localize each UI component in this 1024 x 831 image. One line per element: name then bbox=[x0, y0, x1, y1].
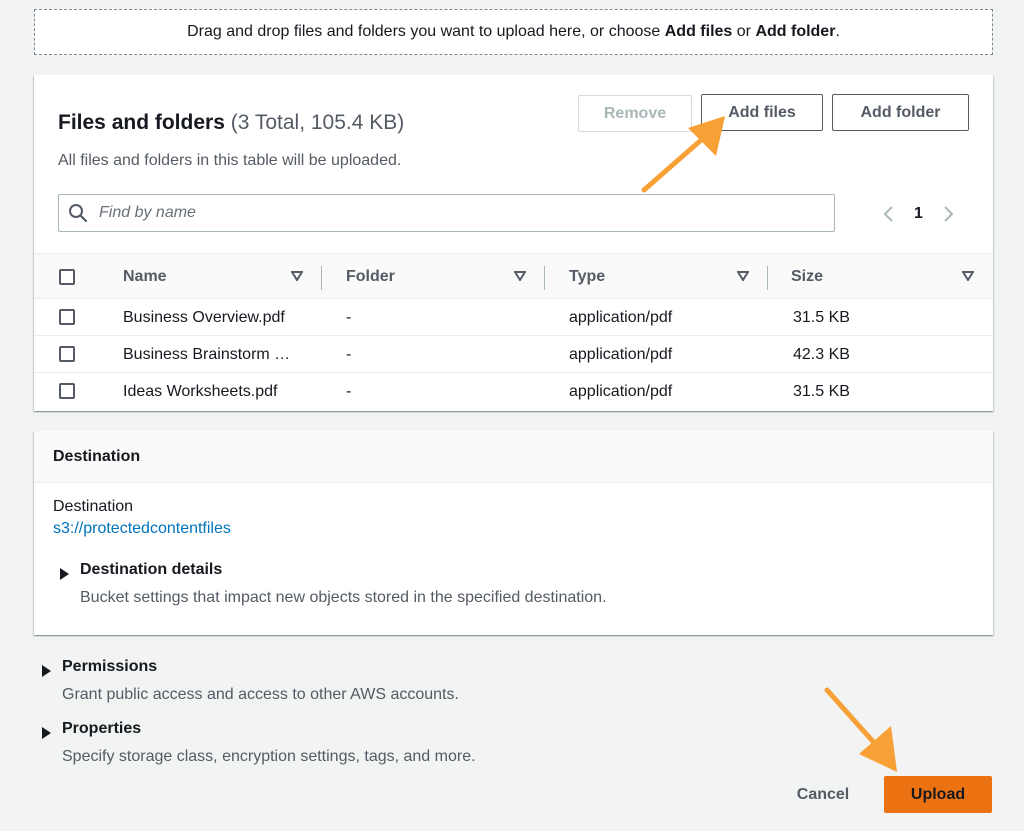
sort-down-icon[interactable] bbox=[514, 271, 526, 281]
files-panel-title: Files and folders (3 Total, 105.4 KB) bbox=[58, 111, 404, 135]
search-input[interactable] bbox=[97, 203, 797, 223]
add-folder-button[interactable]: Add folder bbox=[832, 94, 969, 131]
sort-down-icon[interactable] bbox=[291, 271, 303, 281]
destination-panel: Destination Destination s3://protectedco… bbox=[34, 431, 993, 635]
file-size: 42.3 KB bbox=[793, 345, 850, 363]
column-divider[interactable] bbox=[321, 266, 322, 290]
search-box bbox=[58, 194, 835, 232]
chevron-right-icon[interactable] bbox=[941, 204, 955, 224]
caret-right-icon[interactable] bbox=[42, 665, 51, 677]
column-header-type[interactable]: Type bbox=[569, 254, 605, 300]
drop-zone[interactable]: Drag and drop files and folders you want… bbox=[34, 9, 993, 55]
properties-toggle[interactable]: Properties bbox=[62, 720, 141, 738]
sort-down-icon[interactable] bbox=[962, 271, 974, 281]
drop-zone-or: or bbox=[732, 23, 756, 40]
column-name-label: Name bbox=[123, 268, 167, 285]
column-divider[interactable] bbox=[767, 266, 768, 290]
drop-zone-add-files: Add files bbox=[664, 23, 733, 40]
file-folder: - bbox=[346, 308, 352, 326]
search-icon bbox=[69, 204, 88, 223]
files-count: (3 Total, 105.4 KB) bbox=[230, 111, 405, 134]
file-type: application/pdf bbox=[569, 382, 673, 400]
caret-right-icon[interactable] bbox=[42, 727, 51, 739]
table-row[interactable]: Business Overview.pdf - application/pdf … bbox=[34, 299, 993, 336]
remove-button[interactable]: Remove bbox=[578, 95, 692, 132]
file-name: Ideas Worksheets.pdf bbox=[123, 382, 278, 400]
select-all-checkbox[interactable] bbox=[59, 269, 75, 285]
file-type: application/pdf bbox=[569, 308, 673, 326]
table-header: Name Folder Type Size bbox=[34, 253, 993, 299]
files-and-folders-panel: Files and folders (3 Total, 105.4 KB) Al… bbox=[34, 75, 993, 411]
properties-description: Specify storage class, encryption settin… bbox=[62, 748, 476, 765]
caret-right-icon[interactable] bbox=[60, 568, 69, 580]
file-type: application/pdf bbox=[569, 345, 673, 363]
cancel-button[interactable]: Cancel bbox=[781, 777, 865, 813]
drop-zone-period: . bbox=[835, 23, 840, 40]
add-files-button[interactable]: Add files bbox=[701, 94, 823, 131]
column-type-label: Type bbox=[569, 268, 606, 285]
row-checkbox[interactable] bbox=[59, 383, 75, 399]
row-checkbox[interactable] bbox=[59, 346, 75, 362]
annotation-arrow-icon bbox=[824, 687, 897, 772]
destination-link[interactable]: s3://protectedcontentfiles bbox=[53, 520, 231, 538]
file-name: Business Overview.pdf bbox=[123, 308, 285, 326]
table-row[interactable]: Business Brainstorm … - application/pdf … bbox=[34, 336, 993, 373]
file-folder: - bbox=[346, 382, 352, 400]
permissions-description: Grant public access and access to other … bbox=[62, 686, 459, 703]
current-page[interactable]: 1 bbox=[914, 205, 923, 223]
row-checkbox[interactable] bbox=[59, 309, 75, 325]
destination-details-description: Bucket settings that impact new objects … bbox=[80, 589, 607, 606]
column-header-folder[interactable]: Folder bbox=[346, 254, 395, 300]
file-size: 31.5 KB bbox=[793, 382, 850, 400]
column-folder-label: Folder bbox=[346, 268, 395, 285]
file-name: Business Brainstorm … bbox=[123, 345, 291, 363]
drop-zone-text: Drag and drop files and folders you want… bbox=[187, 23, 665, 40]
files-panel-title-text: Files and folders bbox=[58, 111, 225, 134]
destination-details-toggle[interactable]: Destination details bbox=[80, 561, 222, 579]
upload-button[interactable]: Upload bbox=[884, 776, 992, 813]
column-divider[interactable] bbox=[544, 266, 545, 290]
drop-zone-add-folder: Add folder bbox=[755, 23, 836, 40]
column-header-size[interactable]: Size bbox=[791, 254, 823, 300]
file-folder: - bbox=[346, 345, 352, 363]
file-size: 31.5 KB bbox=[793, 308, 850, 326]
chevron-left-icon[interactable] bbox=[882, 204, 896, 224]
files-panel-description: All files and folders in this table will… bbox=[58, 152, 402, 169]
column-header-name[interactable]: Name bbox=[123, 254, 167, 300]
column-size-label: Size bbox=[791, 268, 824, 285]
table-row[interactable]: Ideas Worksheets.pdf - application/pdf 3… bbox=[34, 373, 993, 410]
permissions-toggle[interactable]: Permissions bbox=[62, 658, 157, 676]
destination-header: Destination bbox=[34, 431, 993, 483]
destination-label: Destination bbox=[53, 498, 134, 515]
pagination: 1 bbox=[882, 204, 955, 224]
sort-down-icon[interactable] bbox=[737, 271, 749, 281]
